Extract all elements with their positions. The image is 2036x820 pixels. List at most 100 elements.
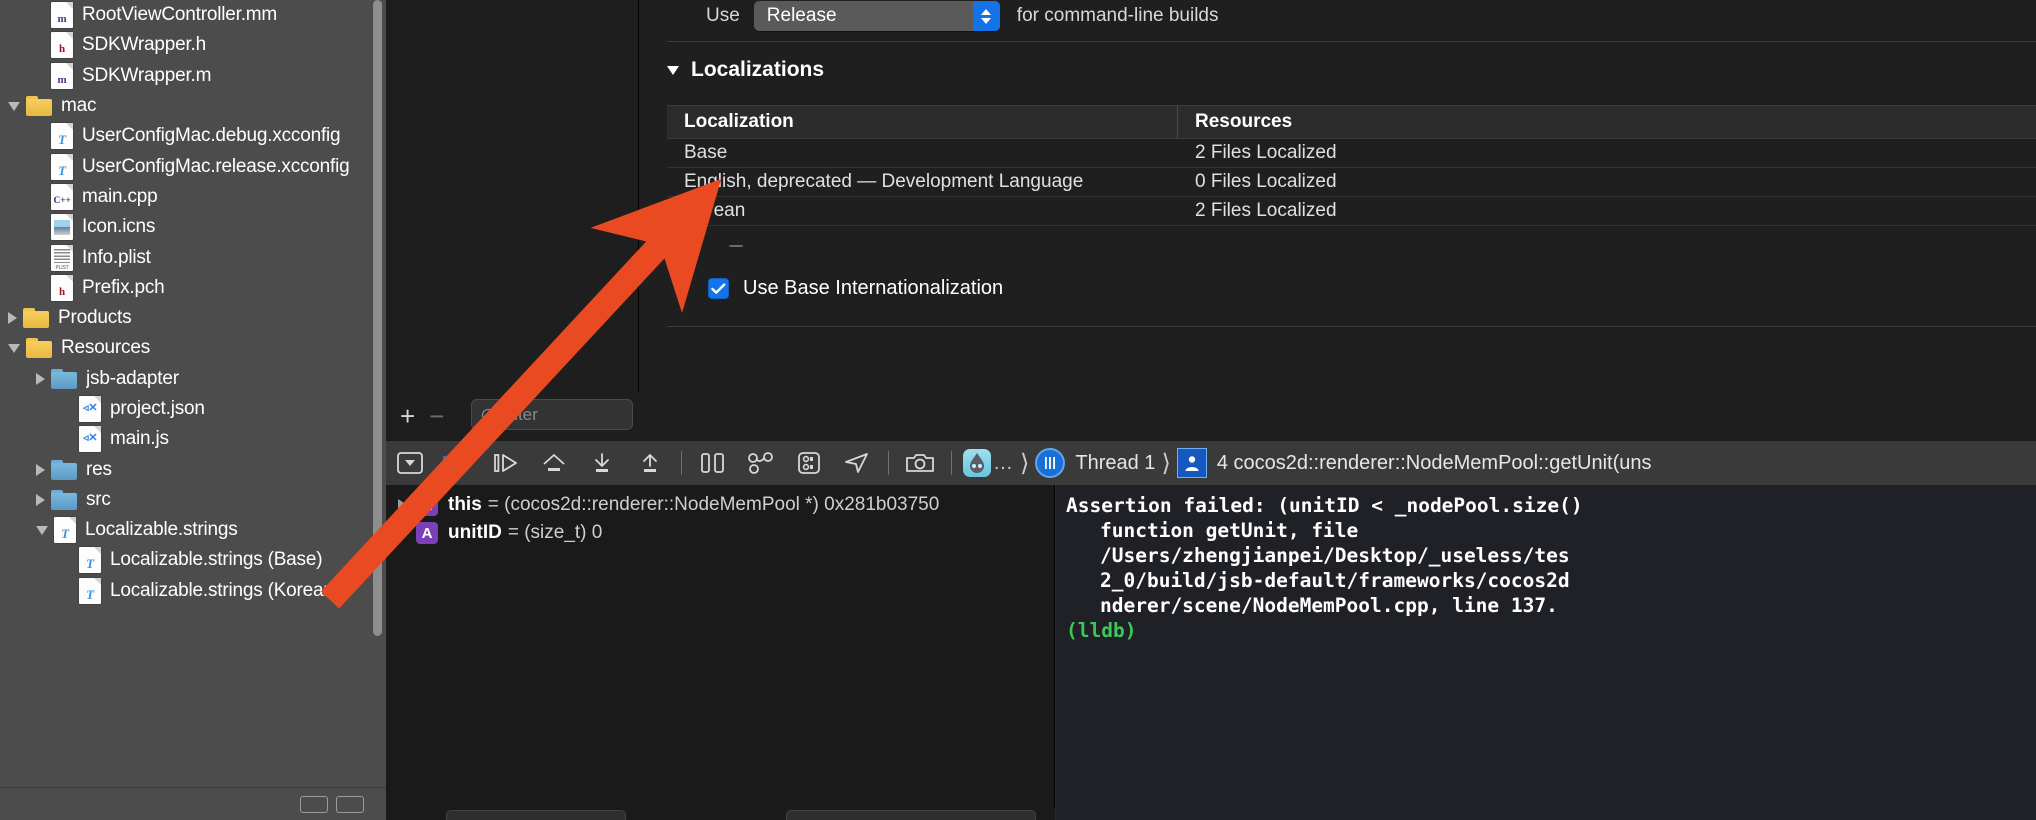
disclosure-triangle-icon[interactable] — [8, 343, 20, 353]
navigator-item[interactable]: Resources — [0, 333, 386, 363]
simulate-location-button[interactable] — [833, 441, 881, 486]
console-output[interactable]: Assertion failed: (unitID < _nodePool.si… — [1056, 485, 2036, 820]
navigator-item[interactable]: ◃✕ main.js — [0, 424, 386, 454]
column-header-resources[interactable]: Resources — [1178, 106, 2036, 139]
disclosure-triangle-icon[interactable] — [36, 372, 45, 385]
cell-localization: Korean — [684, 200, 746, 221]
navigator-item-label: Resources — [61, 337, 151, 359]
toolbar-divider-3 — [951, 451, 952, 475]
navigator-scrollbar[interactable] — [373, 0, 382, 640]
variables-view[interactable]: Athis = (cocos2d::renderer::NodeMemPool *… — [386, 485, 1055, 820]
console-line: /Users/zhengjianpei/Desktop/_useless/tes — [1100, 544, 1570, 567]
variable-row[interactable]: Athis = (cocos2d::renderer::NodeMemPool *… — [386, 491, 1054, 519]
strip-remove-button[interactable]: − — [429, 403, 444, 429]
navigator-item[interactable]: res — [0, 454, 386, 484]
variables-scope-control[interactable] — [446, 810, 626, 820]
argument-badge-icon: A — [416, 522, 438, 544]
navigator-item[interactable]: src — [0, 485, 386, 515]
chevron-updown-icon[interactable] — [972, 1, 1000, 31]
process-menu-ellipsis[interactable]: … — [993, 452, 1014, 475]
navigator-item[interactable]: ◃✕ project.json — [0, 394, 386, 424]
table-header-row: Localization Resources — [667, 105, 2036, 139]
filter-input[interactable]: Filter — [471, 399, 633, 430]
disclosure-triangle-icon[interactable] — [8, 312, 17, 325]
cpp-file-icon: C++ — [51, 183, 73, 210]
table-row[interactable]: English, deprecated — Development Langua… — [667, 168, 2036, 197]
environment-overrides-button[interactable] — [785, 441, 833, 486]
project-navigator-list[interactable]: m RootViewController.mm h SDKWrapper.h m SDKW… — [0, 0, 386, 606]
navigator-item[interactable]: h SDKWrapper.h — [0, 30, 386, 60]
app-process-icon[interactable] — [963, 449, 991, 477]
disclosure-triangle-icon[interactable] — [8, 101, 20, 111]
debug-toolbar[interactable]: … ⟩ Thread 1 ⟩ 4 cocos2d::renderer::Node… — [386, 440, 2036, 485]
use-base-internationalization-checkbox[interactable] — [708, 278, 729, 299]
navigator-item[interactable]: PLIST Info.plist — [0, 242, 386, 272]
table-row[interactable]: Korean 2 Files Localized — [667, 197, 2036, 226]
variables-list[interactable]: Athis = (cocos2d::renderer::NodeMemPool *… — [386, 491, 1054, 547]
disclosure-triangle-icon[interactable] — [36, 463, 45, 476]
remove-localization-button[interactable]: − — [713, 232, 759, 260]
navigator-item-label: Localizable.strings (Korean) — [110, 579, 340, 601]
navigator-item[interactable]: Icon.icns — [0, 212, 386, 242]
navigator-item[interactable]: m SDKWrapper.m — [0, 61, 386, 91]
stack-frame-breadcrumb-label[interactable]: 4 cocos2d::renderer::NodeMemPool::getUni… — [1217, 452, 1652, 475]
variables-bottom-bar — [386, 808, 1055, 820]
cell-resources: 0 Files Localized — [1195, 171, 1337, 192]
navigator-item-label: Icon.icns — [82, 216, 156, 238]
thread-breadcrumb-label[interactable]: Thread 1 — [1075, 452, 1155, 475]
navigator-item[interactable]: T Localizable.strings (Base) — [0, 545, 386, 575]
localizations-add-remove-bar[interactable]: + − — [667, 230, 759, 262]
xcode-window: m RootViewController.mm h SDKWrapper.h m SDKW… — [0, 0, 2036, 820]
disclosure-triangle-icon[interactable] — [36, 525, 48, 535]
js-file-icon: ◃✕ — [79, 396, 101, 422]
capture-gpu-frame-button[interactable] — [896, 441, 944, 486]
strip-add-button[interactable]: + — [400, 403, 415, 429]
navigator-item[interactable]: C++ main.cpp — [0, 182, 386, 212]
navigator-item[interactable]: jsb-adapter — [0, 364, 386, 394]
step-out-button[interactable] — [626, 441, 674, 486]
navigator-item[interactable]: m RootViewController.mm — [0, 0, 386, 30]
navigator-item-label: project.json — [110, 398, 205, 419]
debug-view-hierarchy-button[interactable] — [689, 441, 737, 486]
project-navigator[interactable]: m RootViewController.mm h SDKWrapper.h m SDKW… — [0, 0, 386, 820]
navigator-filter-options-icon[interactable] — [336, 795, 364, 813]
step-over-button[interactable] — [530, 441, 578, 486]
plist-file-icon: PLIST — [51, 244, 73, 271]
variable-value: = (size_t) 0 — [507, 522, 603, 543]
disclosure-triangle-icon[interactable] — [667, 65, 679, 75]
localizations-table[interactable]: Localization Resources Base 2 Files Local… — [667, 105, 2036, 226]
add-localization-button[interactable]: + — [667, 232, 713, 260]
hide-debug-area-button[interactable] — [386, 441, 434, 486]
navigator-item[interactable]: T Localizable.strings (Korean) — [0, 576, 386, 606]
use-base-internationalization-label: Use Base Internationalization — [743, 277, 1004, 299]
breakpoints-toggle-button[interactable] — [434, 441, 482, 486]
js-file-icon: ◃✕ — [79, 426, 101, 453]
variables-filter-input[interactable] — [786, 810, 1036, 820]
navigator-filter-toggle-icon[interactable] — [300, 795, 328, 813]
build-configuration-select[interactable]: Release — [753, 1, 1000, 31]
localizations-section-header[interactable]: Localizations — [667, 58, 824, 82]
navigator-filter-bar[interactable] — [0, 787, 386, 820]
localizations-rows[interactable]: Base 2 Files Localized English, deprecated… — [667, 139, 2036, 226]
navigator-item[interactable]: T UserConfigMac.release.xcconfig — [0, 151, 386, 181]
step-into-button[interactable] — [578, 441, 626, 486]
disclosure-triangle-icon[interactable] — [36, 493, 45, 506]
disclosure-triangle-icon[interactable] — [398, 499, 407, 511]
navigator-scrollbar-thumb[interactable] — [373, 0, 382, 636]
toolbar-divider-2 — [888, 451, 889, 475]
table-row[interactable]: Base 2 Files Localized — [667, 139, 2036, 168]
debug-memory-graph-button[interactable] — [737, 441, 785, 486]
continue-execution-button[interactable] — [482, 441, 530, 486]
navigator-item[interactable]: mac — [0, 91, 386, 121]
navigator-item[interactable]: T UserConfigMac.debug.xcconfig — [0, 121, 386, 151]
column-header-localization[interactable]: Localization — [667, 105, 1178, 139]
use-base-internationalization-row[interactable]: Use Base Internationalization — [708, 277, 1003, 300]
variable-row[interactable]: AunitID = (size_t) 0 — [386, 519, 1054, 547]
navigator-item[interactable]: T Localizable.strings — [0, 515, 386, 545]
navigator-item[interactable]: h Prefix.pch — [0, 273, 386, 303]
navigator-item[interactable]: Products — [0, 303, 386, 333]
section-divider — [667, 41, 2036, 42]
